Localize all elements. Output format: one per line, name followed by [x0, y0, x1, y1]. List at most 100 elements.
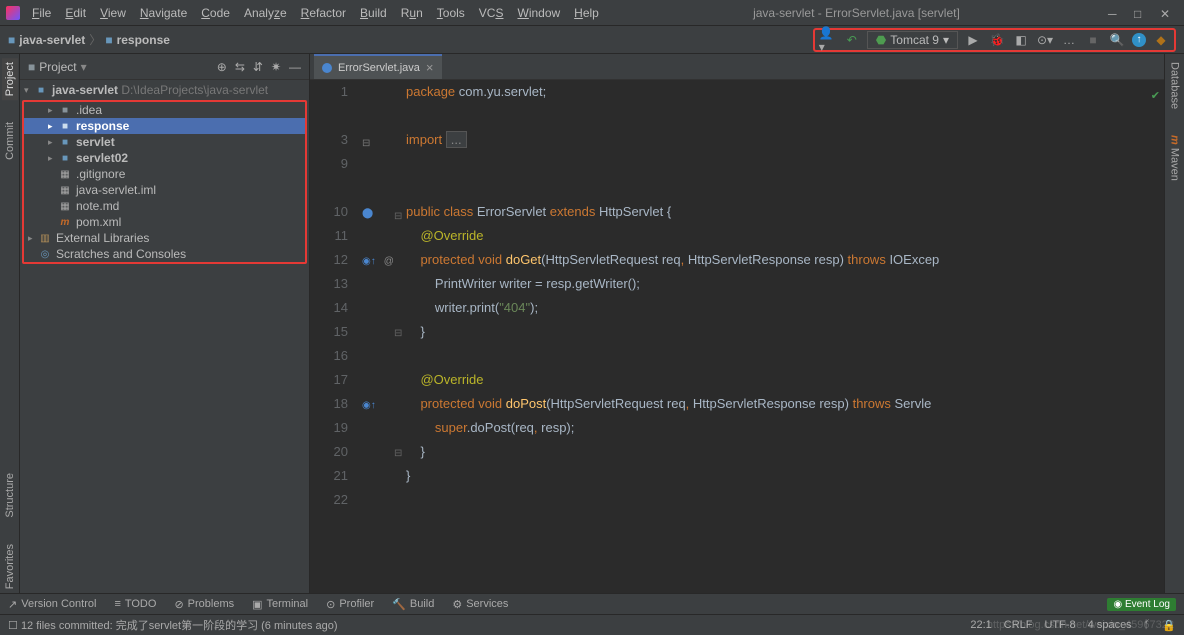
locate-icon[interactable]: ⊕ — [217, 60, 227, 74]
library-icon: ▥ — [38, 231, 52, 245]
tool-vcs[interactable]: ↗ Version Control — [8, 598, 96, 611]
tool-services[interactable]: ⚙ Services — [452, 598, 508, 611]
scratch-icon: ◎ — [38, 247, 52, 261]
arrow-right-icon: ▸ — [48, 121, 58, 132]
ide-settings-icon[interactable]: ◆ — [1152, 31, 1170, 49]
coverage-button[interactable]: ◧ — [1012, 31, 1030, 49]
project-folder-icon: ■ — [28, 60, 35, 74]
editor-tab[interactable]: ErrorServlet.java × — [314, 54, 442, 79]
dropdown-icon[interactable]: ▾ — [81, 60, 87, 74]
tool-event-log[interactable]: ◉ Event Log — [1107, 598, 1176, 611]
menu-build[interactable]: Build — [354, 3, 393, 23]
tree-servlet02[interactable]: ▸ ■ servlet02 — [24, 150, 305, 166]
menu-refactor[interactable]: Refactor — [295, 3, 352, 23]
tool-database-tab[interactable]: Database — [1167, 58, 1183, 113]
tool-profiler[interactable]: ⊙ Profiler — [326, 598, 374, 611]
tool-problems[interactable]: ⊘ Problems — [174, 598, 234, 611]
close-tab-icon[interactable]: × — [426, 60, 434, 75]
editor-gutter: ⬤ ◉↑@ ◉↑ ⊟ ⊟ ⊟ ⊟ — [358, 80, 406, 593]
tool-build[interactable]: 🔨 Build — [392, 598, 434, 611]
maven-icon: m — [58, 215, 72, 229]
line-numbers: 1 39 10111213141516171819202122 — [310, 80, 358, 593]
user-icon[interactable]: 👤▾ — [819, 31, 837, 49]
tree-gitignore[interactable]: ▦ .gitignore — [24, 166, 305, 182]
tree-root[interactable]: ▾ ■ java-servlet D:\IdeaProjects\java-se… — [20, 82, 309, 98]
minimize-button[interactable]: ─ — [1108, 7, 1120, 19]
menu-vcs[interactable]: VCS — [473, 3, 510, 23]
tool-terminal[interactable]: ▣ Terminal — [252, 598, 308, 611]
arrow-right-icon: ▸ — [48, 105, 58, 116]
tree-servlet[interactable]: ▸ ■ servlet — [24, 134, 305, 150]
tool-structure-tab[interactable]: Structure — [2, 469, 18, 522]
java-file-icon — [322, 63, 332, 73]
code-content[interactable]: package com.yu.servlet; import ... publi… — [406, 80, 1164, 593]
settings-icon[interactable]: ✷ — [271, 60, 281, 74]
folder-icon: ■ — [58, 119, 72, 133]
search-icon[interactable]: 🔍 — [1108, 31, 1126, 49]
arrow-right-icon: ▸ — [48, 153, 58, 164]
module-icon: ■ — [8, 33, 15, 47]
folder-icon: ■ — [58, 103, 72, 117]
run-button[interactable]: ▶ — [964, 31, 982, 49]
breadcrumb-project[interactable]: java-servlet — [19, 33, 85, 47]
close-button[interactable]: ✕ — [1160, 7, 1172, 19]
status-line-sep[interactable]: CRLF — [1004, 619, 1033, 632]
tool-project-tab[interactable]: Project — [2, 58, 18, 100]
menu-edit[interactable]: Edit — [59, 3, 92, 23]
status-commit-icon: ☐ — [8, 619, 18, 632]
menu-window[interactable]: Window — [511, 3, 566, 23]
arrow-right-icon: ▸ — [48, 137, 58, 148]
file-icon: ▦ — [58, 183, 72, 197]
run-config-select[interactable]: ⬣ Tomcat 9 ▾ — [867, 31, 958, 49]
editor-tab-label: ErrorServlet.java — [338, 62, 420, 74]
module-icon: ■ — [34, 83, 48, 97]
collapse-icon[interactable]: ⇵ — [253, 60, 263, 74]
tool-maven-tab[interactable]: m Maven — [1167, 131, 1183, 185]
attach-button[interactable]: … — [1060, 31, 1078, 49]
menu-run[interactable]: Run — [395, 3, 429, 23]
app-logo-icon — [6, 6, 20, 20]
tool-todo[interactable]: ≡ TODO — [114, 598, 156, 610]
tree-iml[interactable]: ▦ java-servlet.iml — [24, 182, 305, 198]
arrow-down-icon: ▾ — [24, 85, 34, 96]
update-button[interactable]: ↑ — [1132, 33, 1146, 47]
arrow-right-icon: ▸ — [28, 233, 38, 244]
tree-scratches[interactable]: ◎ Scratches and Consoles — [24, 246, 305, 262]
menu-code[interactable]: Code — [195, 3, 236, 23]
tree-response[interactable]: ▸ ■ response — [24, 118, 305, 134]
tool-favorites-tab[interactable]: Favorites — [2, 540, 18, 593]
tree-pom[interactable]: m pom.xml — [24, 214, 305, 230]
menu-analyze[interactable]: Analyze — [238, 3, 293, 23]
menu-navigate[interactable]: Navigate — [134, 3, 193, 23]
status-commit-msg: 12 files committed: 完成了servlet第一阶段的学习 (6… — [21, 617, 338, 633]
breadcrumb-module[interactable]: response — [117, 33, 170, 47]
file-icon: ▦ — [58, 199, 72, 213]
module-icon: ■ — [58, 135, 72, 149]
breadcrumb-separator-icon: 〉 — [89, 31, 101, 48]
tree-root-label: java-servlet — [52, 83, 118, 97]
hide-icon[interactable]: — — [289, 60, 301, 74]
module-icon: ■ — [58, 151, 72, 165]
status-lock-icon[interactable]: 🔒 — [1162, 619, 1176, 632]
status-cursor-pos[interactable]: 22:1 — [970, 619, 991, 632]
tree-idea[interactable]: ▸ ■ .idea — [24, 102, 305, 118]
menu-view[interactable]: View — [94, 3, 132, 23]
tree-note[interactable]: ▦ note.md — [24, 198, 305, 214]
window-title: java-servlet - ErrorServlet.java [servle… — [605, 6, 1108, 20]
file-icon: ▦ — [58, 167, 72, 181]
tree-root-path: D:\IdeaProjects\java-servlet — [121, 83, 268, 97]
debug-button[interactable]: 🐞 — [988, 31, 1006, 49]
menu-help[interactable]: Help — [568, 3, 605, 23]
status-encoding[interactable]: UTF-8 — [1044, 619, 1075, 632]
stop-button[interactable]: ■ — [1084, 31, 1102, 49]
profiler-button[interactable]: ⊙▾ — [1036, 31, 1054, 49]
menu-tools[interactable]: Tools — [431, 3, 471, 23]
tree-ext-libs[interactable]: ▸ ▥ External Libraries — [24, 230, 305, 246]
status-git-icon[interactable]: ᚶ — [1144, 619, 1151, 632]
expand-icon[interactable]: ⇆ — [235, 60, 245, 74]
menu-file[interactable]: File — [26, 3, 57, 23]
tool-commit-tab[interactable]: Commit — [2, 118, 18, 164]
vcs-back-icon[interactable]: ↶ — [843, 31, 861, 49]
status-indent[interactable]: 4 spaces — [1088, 619, 1132, 632]
maximize-button[interactable]: □ — [1134, 7, 1146, 19]
